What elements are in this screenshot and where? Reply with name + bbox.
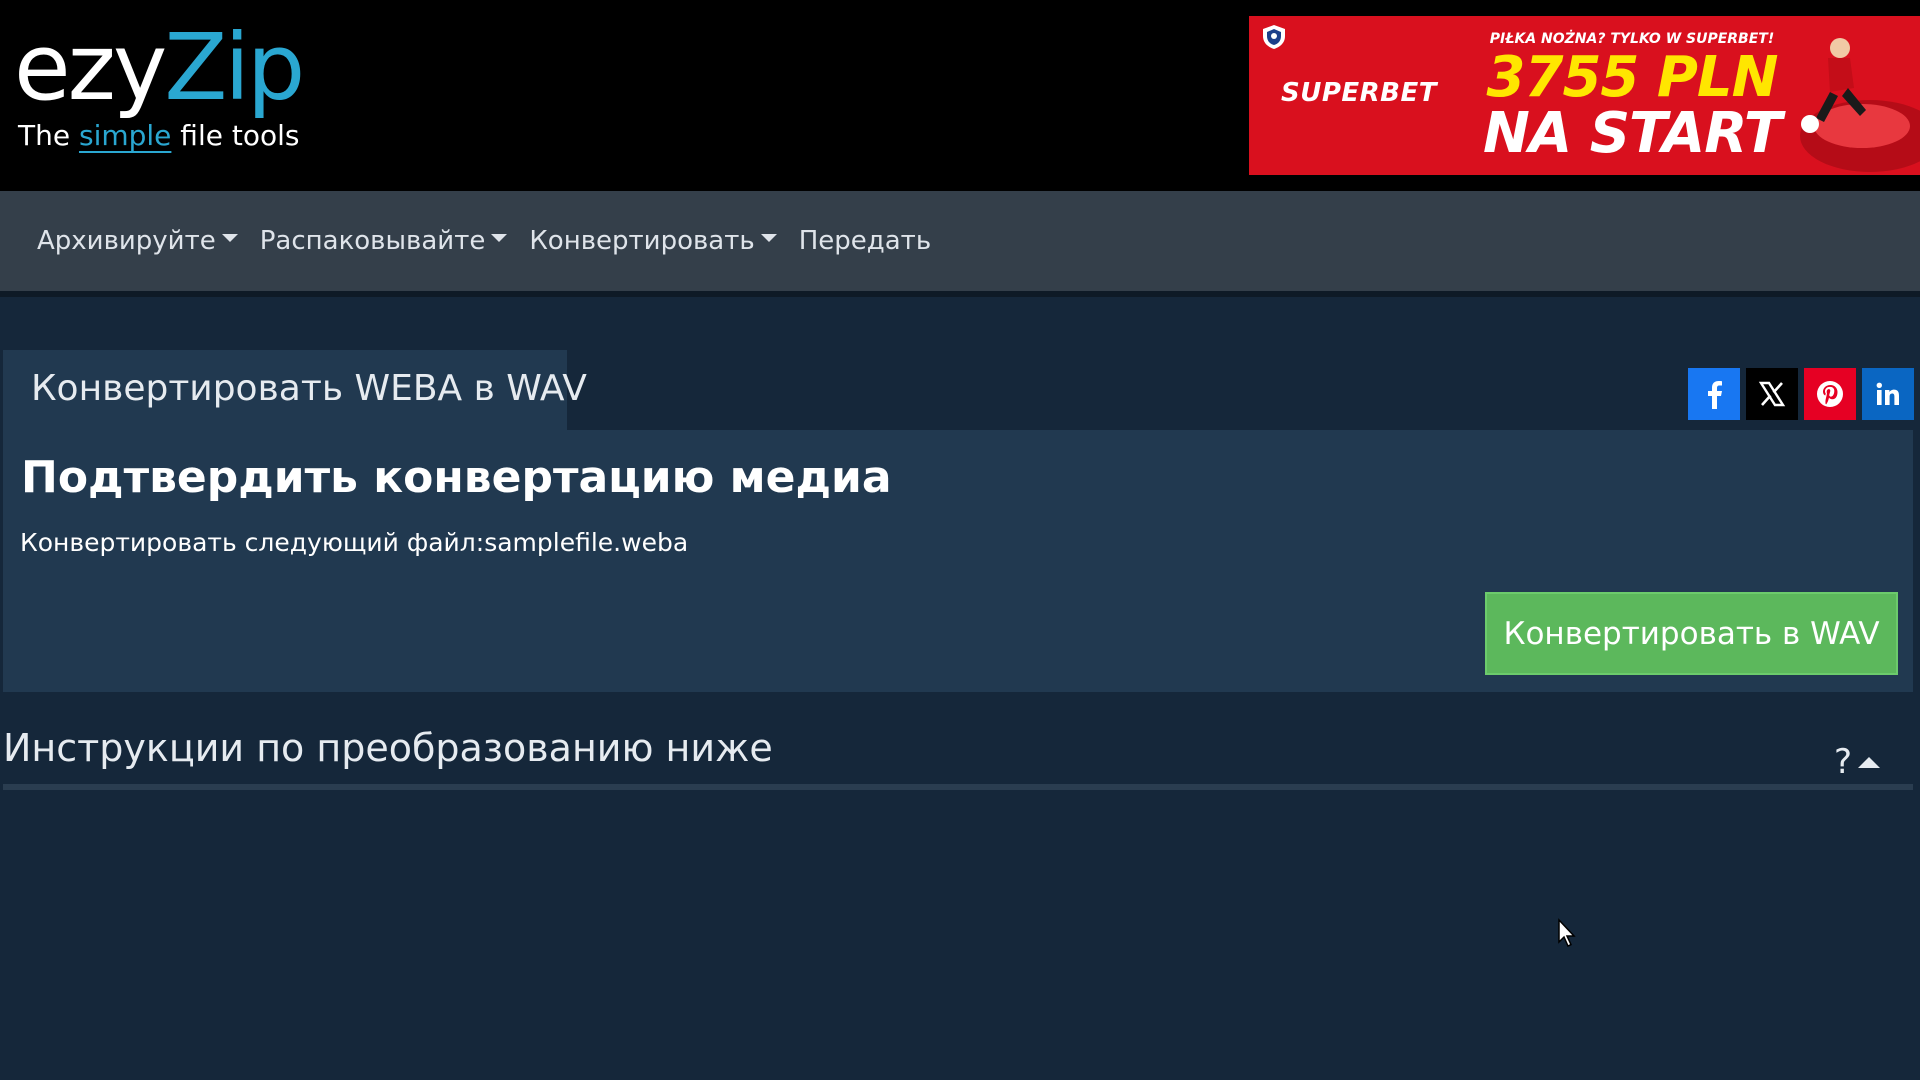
nav-item-label: Распаковывайте [259,226,486,256]
nav-item-label: Архивируйте [37,226,216,256]
pinterest-share-button[interactable] [1804,368,1856,420]
ad-cta: NA START [1482,101,1782,166]
pinterest-icon [1817,381,1843,407]
nav-item-extract[interactable]: Распаковывайте [249,226,519,256]
caret-up-icon [1858,756,1881,768]
facebook-icon [1708,381,1722,409]
tool-tab: Конвертировать WEBA в WAV [3,350,587,432]
navbar-divider [0,291,1920,297]
logo-tagline: The simple file tools [18,120,299,152]
instructions-heading: Инструкции по преобразованию ниже [3,726,773,770]
site-header: ezyZip The simple file tools SUPERBET PI… [0,0,1920,191]
caret-down-icon [221,234,238,242]
logo-zip: Zip [164,14,305,121]
social-share-bar [1688,368,1914,420]
logo-ezy: ezy [14,14,167,121]
caret-down-icon [760,234,777,242]
logo[interactable]: ezyZip The simple file tools [14,22,305,152]
mouse-cursor-icon [1558,918,1576,948]
caret-down-icon [491,234,508,242]
ad-amount: 3755 PLN [1486,45,1779,110]
ad-brand: SUPERBET [1281,78,1437,108]
logo-wordmark: ezyZip [14,22,305,114]
instructions-toggle[interactable]: ? [1834,742,1881,782]
tagline-highlight: simple [78,119,172,152]
linkedin-share-button[interactable] [1862,368,1914,420]
facebook-share-button[interactable] [1688,368,1740,420]
nav-item-label: Конвертировать [529,226,755,256]
nav-item-transfer[interactable]: Передать [788,226,942,256]
help-icon: ? [1834,742,1853,782]
tagline-after: file tools [171,119,300,152]
ad-banner[interactable]: SUPERBET PIŁKA NOŻNA? TYLKO W SUPERBET! … [1249,16,1920,175]
linkedin-icon [1876,382,1899,405]
shield-icon [1263,25,1285,49]
nav-menu: Архивируйте Распаковывайте Конвертироват… [26,191,942,291]
x-share-button[interactable] [1746,368,1798,420]
nav-item-archive[interactable]: Архивируйте [26,226,249,256]
ad-promo: PIŁKA NOŻNA? TYLKO W SUPERBET! 3755 PLN … [1467,31,1797,166]
conversion-card: Подтвердить конвертацию медиа Конвертиро… [3,430,1913,692]
convert-to-wav-button[interactable]: Конвертировать в WAV [1485,592,1898,675]
nav-item-convert[interactable]: Конвертировать [518,226,787,256]
confirm-heading: Подтвердить конвертацию медиа [21,452,892,503]
tagline-before: The [18,119,79,152]
nav-item-label: Передать [798,226,932,256]
tool-tab-title: Конвертировать WEBA в WAV [31,368,587,409]
file-to-convert: Конвертировать следующий файл:samplefile… [20,528,689,557]
main-navbar: Архивируйте Распаковывайте Конвертироват… [0,191,1920,291]
instructions-divider [3,784,1913,790]
football-player-image [1800,38,1920,172]
x-icon [1758,381,1786,407]
